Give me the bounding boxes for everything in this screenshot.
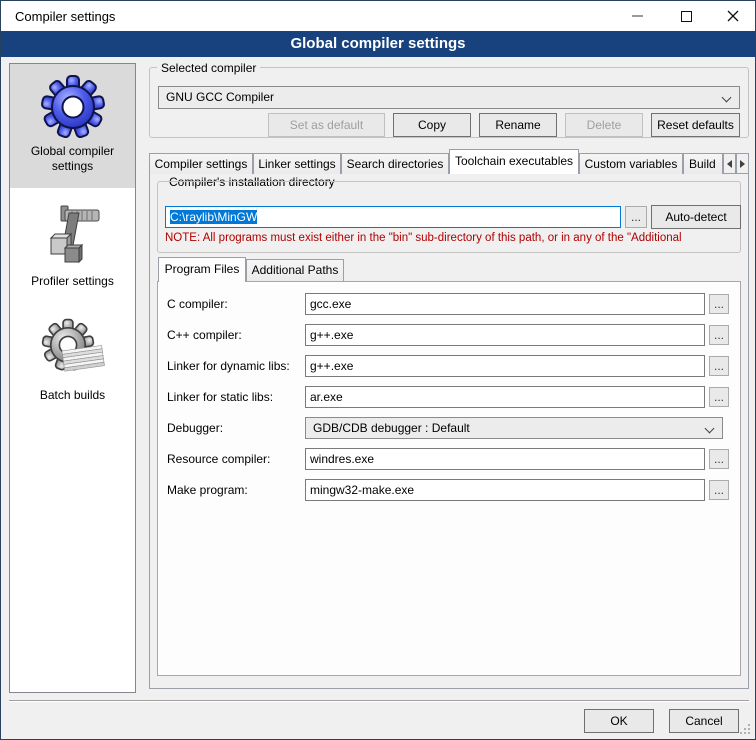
set-as-default-button[interactable]: Set as default	[268, 113, 385, 137]
resize-grip[interactable]	[748, 732, 750, 734]
rename-button[interactable]: Rename	[479, 113, 557, 137]
compiler-select[interactable]: GNU GCC Compiler	[158, 86, 740, 109]
ok-button[interactable]: OK	[584, 709, 654, 733]
cancel-button[interactable]: Cancel	[669, 709, 739, 733]
window-title: Compiler settings	[15, 9, 115, 24]
make-program-input[interactable]: mingw32-make.exe	[305, 479, 705, 501]
caliper-icon	[41, 204, 105, 268]
compiler-settings-dialog: Compiler settings Global compiler settin…	[0, 0, 756, 740]
arrow-left-icon	[727, 160, 732, 168]
linker-static-label: Linker for static libs:	[167, 390, 273, 404]
chevron-down-icon	[705, 424, 715, 434]
reset-defaults-button[interactable]: Reset defaults	[651, 113, 740, 137]
minimize-button[interactable]	[615, 1, 660, 31]
resource-compiler-label: Resource compiler:	[167, 452, 270, 466]
resource-compiler-browse-button[interactable]: ...	[709, 449, 729, 469]
blue-gear-icon	[41, 74, 105, 138]
tab-toolchain-executables[interactable]: Toolchain executables	[449, 149, 579, 174]
install-dir-browse-button[interactable]: ...	[625, 206, 647, 228]
c-compiler-input[interactable]: gcc.exe	[305, 293, 705, 315]
tab-build-options[interactable]: Build	[683, 153, 723, 174]
cpp-compiler-input[interactable]: g++.exe	[305, 324, 705, 346]
make-program-label: Make program:	[167, 483, 248, 497]
compiler-select-value: GNU GCC Compiler	[166, 90, 274, 104]
sidebar-item-label: Batch builds	[18, 388, 128, 403]
gray-gear-stack-icon	[41, 318, 105, 382]
sidebar-item-batch-builds[interactable]: Batch builds	[10, 300, 135, 418]
tab-scroll-left-button[interactable]	[723, 153, 736, 174]
sidebar-item-label: Profiler settings	[18, 274, 128, 289]
selected-compiler-legend: Selected compiler	[157, 62, 260, 74]
settings-category-list: Global compiler settings Profil	[9, 63, 136, 693]
tab-custom-variables[interactable]: Custom variables	[579, 153, 683, 174]
make-program-browse-button[interactable]: ...	[709, 480, 729, 500]
sidebar-item-global-compiler-settings[interactable]: Global compiler settings	[10, 64, 135, 188]
maximize-button[interactable]	[664, 1, 709, 31]
close-icon	[727, 10, 739, 22]
tab-search-directories[interactable]: Search directories	[341, 153, 449, 174]
delete-button[interactable]: Delete	[565, 113, 643, 137]
install-dir-note: NOTE: All programs must exist either in …	[165, 232, 739, 244]
sidebar-item-label: Global compiler settings	[18, 144, 128, 174]
tab-scroll-right-button[interactable]	[736, 153, 749, 174]
install-dir-selected-text: C:\raylib\MinGW	[170, 210, 257, 224]
linker-dynamic-label: Linker for dynamic libs:	[167, 359, 290, 373]
linker-dynamic-browse-button[interactable]: ...	[709, 356, 729, 376]
linker-static-input[interactable]: ar.exe	[305, 386, 705, 408]
subtab-additional-paths[interactable]: Additional Paths	[246, 259, 344, 281]
tab-linker-settings[interactable]: Linker settings	[253, 153, 341, 174]
sidebar-item-profiler-settings[interactable]: Profiler settings	[10, 188, 135, 300]
arrow-right-icon	[740, 160, 745, 168]
footer-separator	[9, 700, 749, 702]
cpp-compiler-browse-button[interactable]: ...	[709, 325, 729, 345]
c-compiler-label: C compiler:	[167, 297, 228, 311]
linker-static-browse-button[interactable]: ...	[709, 387, 729, 407]
close-button[interactable]	[710, 1, 755, 31]
debugger-label: Debugger:	[167, 421, 223, 435]
install-dir-input[interactable]: C:\raylib\MinGW	[165, 206, 621, 228]
dialog-header: Global compiler settings	[1, 31, 755, 57]
subtab-program-files[interactable]: Program Files	[158, 257, 246, 282]
debugger-select-value: GDB/CDB debugger : Default	[313, 421, 470, 435]
minimize-icon	[632, 15, 643, 17]
linker-dynamic-input[interactable]: g++.exe	[305, 355, 705, 377]
c-compiler-browse-button[interactable]: ...	[709, 294, 729, 314]
cpp-compiler-label: C++ compiler:	[167, 328, 242, 342]
chevron-down-icon	[722, 93, 732, 103]
copy-button[interactable]: Copy	[393, 113, 471, 137]
resource-compiler-input[interactable]: windres.exe	[305, 448, 705, 470]
debugger-select[interactable]: GDB/CDB debugger : Default	[305, 417, 723, 439]
auto-detect-button[interactable]: Auto-detect	[651, 205, 741, 229]
tab-compiler-settings[interactable]: Compiler settings	[149, 153, 253, 174]
maximize-icon	[681, 11, 692, 22]
title-bar: Compiler settings	[1, 1, 755, 31]
